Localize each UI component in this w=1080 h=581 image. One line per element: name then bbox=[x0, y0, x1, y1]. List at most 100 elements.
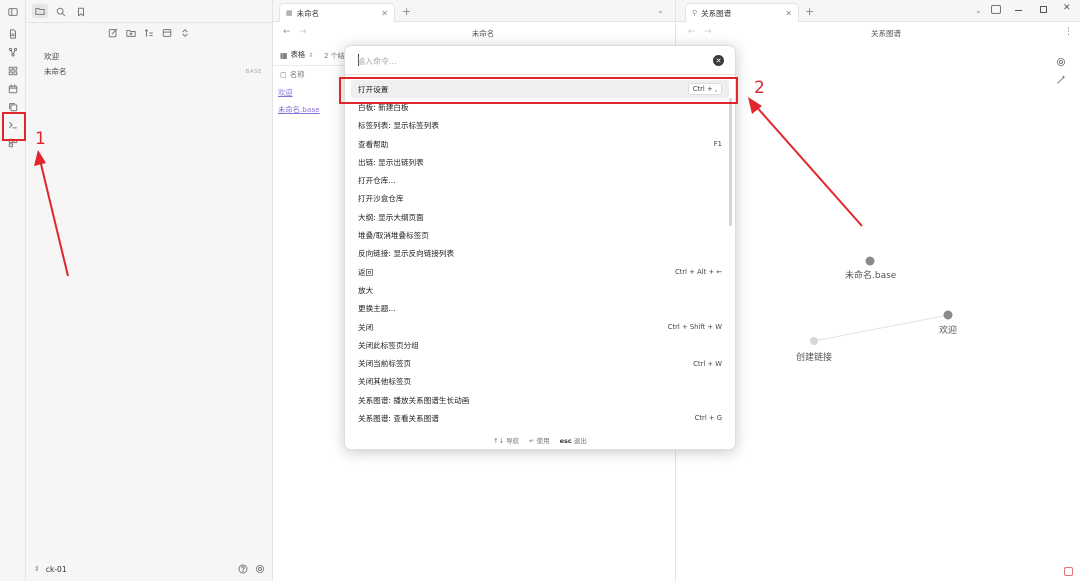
scrollbar[interactable] bbox=[729, 98, 732, 226]
command-item[interactable]: 关闭当前标签页 Ctrl + W bbox=[351, 354, 729, 372]
collapse-icon[interactable] bbox=[161, 27, 173, 39]
command-hotkey: Ctrl + Alt + ← bbox=[674, 268, 722, 277]
chevron-updown-icon: ⇕ bbox=[34, 565, 40, 573]
command-hotkey: Ctrl + W bbox=[693, 359, 722, 368]
command-label: 返回 bbox=[358, 267, 374, 277]
maximize-icon[interactable] bbox=[1040, 6, 1047, 13]
command-search-input[interactable] bbox=[357, 54, 697, 68]
column-header-name[interactable]: ▢ 名称 bbox=[280, 70, 305, 80]
new-folder-icon[interactable] bbox=[125, 27, 137, 39]
page-title: 未命名 bbox=[471, 29, 495, 38]
graph-canvas[interactable] bbox=[676, 40, 1080, 570]
command-item[interactable]: 关闭此标签页分组 bbox=[351, 336, 729, 354]
command-item[interactable]: 关闭 Ctrl + Shift + W bbox=[351, 318, 729, 336]
command-label: 大纲: 显示大纲页面 bbox=[358, 212, 424, 222]
annotation-box-settings bbox=[339, 77, 738, 104]
file-explorer: 欢迎 未命名 BASE ⇕ ck-01 bbox=[26, 0, 272, 581]
command-label: 关闭此标签页分组 bbox=[358, 340, 419, 350]
more-options-icon[interactable]: ⋮ bbox=[1064, 27, 1073, 37]
graph-node-label: 欢迎 bbox=[939, 326, 958, 336]
command-label: 打开仓库... bbox=[358, 176, 396, 186]
table-icon: ▦ bbox=[280, 50, 288, 60]
new-tab-icon[interactable]: + bbox=[805, 5, 814, 18]
bookmark-icon[interactable] bbox=[74, 5, 87, 18]
sidebar-right-icon[interactable] bbox=[991, 5, 1001, 14]
tab-label: 未命名 bbox=[296, 8, 320, 18]
graph-node bbox=[865, 256, 875, 266]
graph-icon: ⚲ bbox=[692, 9, 698, 17]
edit-icon[interactable] bbox=[107, 27, 119, 39]
command-input-row: ✕ bbox=[345, 46, 735, 75]
command-footer: ↑↓ 导航 ↵ 使用 esc 退出 bbox=[345, 431, 735, 449]
sidebar-toggle-icon[interactable] bbox=[6, 5, 19, 18]
command-item[interactable]: 更换主题... bbox=[351, 300, 729, 318]
command-item[interactable]: 大纲: 显示大纲页面 bbox=[351, 208, 729, 226]
tab-label: 关系图谱 bbox=[701, 8, 732, 18]
command-label: 查看帮助 bbox=[358, 139, 389, 149]
command-label: 打开沙盒仓库 bbox=[358, 194, 404, 204]
command-label: 关闭 bbox=[358, 322, 374, 332]
tab-graph[interactable]: ⚲ 关系图谱 ✕ bbox=[685, 3, 799, 22]
graph-node bbox=[810, 337, 818, 345]
file-item-untitled[interactable]: 未命名 BASE bbox=[40, 64, 262, 79]
window-close-icon[interactable]: ✕ bbox=[1063, 3, 1071, 13]
command-label: 关系图谱: 查看关系图谱 bbox=[358, 413, 439, 423]
command-label: 堆叠/取消堆叠标签页 bbox=[358, 231, 429, 241]
command-item[interactable]: 堆叠/取消堆叠标签页 bbox=[351, 226, 729, 244]
column-header-label: 名称 bbox=[289, 70, 305, 79]
chevron-down-icon[interactable]: ⌄ bbox=[657, 6, 664, 15]
sync-status-icon[interactable] bbox=[1064, 567, 1073, 576]
command-item[interactable]: 反向链接: 显示反向链接列表 bbox=[351, 245, 729, 263]
command-item[interactable]: 关闭其他标签页 bbox=[351, 373, 729, 391]
folder-icon[interactable] bbox=[32, 4, 48, 18]
command-item[interactable]: 查看帮助 F1 bbox=[351, 135, 729, 153]
vault-name: ck-01 bbox=[45, 564, 67, 574]
footer-exit: esc 退出 bbox=[559, 437, 587, 445]
command-item[interactable]: 放大 bbox=[351, 281, 729, 299]
new-tab-icon[interactable]: + bbox=[402, 5, 411, 18]
expand-icon[interactable] bbox=[179, 27, 191, 39]
chevron-down-icon[interactable]: ⌄ bbox=[975, 6, 982, 15]
command-item[interactable]: 关系图谱: 查看关系图谱 Ctrl + G bbox=[351, 409, 729, 427]
table-row-link[interactable]: 未命名.base bbox=[278, 105, 320, 115]
page-title: 关系图谱 bbox=[871, 29, 901, 38]
vault-switcher[interactable]: ⇕ ck-01 bbox=[34, 563, 67, 575]
command-list: 打开设置 Ctrl + , 白板: 新建白板 标签列表: 显示标签列表 查看帮助 F1 出链… bbox=[351, 80, 729, 428]
command-label: 放大 bbox=[358, 285, 374, 295]
annotation-number-2: 2 bbox=[754, 78, 765, 98]
file-type-badge: BASE bbox=[245, 68, 262, 75]
file-item-label: 欢迎 bbox=[44, 52, 59, 61]
graph-icon[interactable] bbox=[6, 45, 19, 58]
command-item[interactable]: 出链: 显示出链列表 bbox=[351, 153, 729, 171]
command-label: 关闭其他标签页 bbox=[358, 377, 412, 387]
gear-icon[interactable] bbox=[254, 563, 265, 574]
help-icon[interactable] bbox=[237, 563, 248, 574]
file-icon[interactable] bbox=[6, 27, 19, 40]
graph-node-label: 创建链接 bbox=[796, 353, 833, 363]
command-item[interactable]: 打开仓库... bbox=[351, 171, 729, 189]
clear-icon[interactable]: ✕ bbox=[713, 55, 724, 66]
view-switcher[interactable]: ▦ 表格 ⇕ bbox=[280, 50, 313, 60]
grid-icon[interactable] bbox=[6, 64, 19, 77]
command-item[interactable]: 返回 Ctrl + Alt + ← bbox=[351, 263, 729, 281]
table-icon: ▦ bbox=[286, 9, 293, 17]
minimize-icon[interactable] bbox=[1015, 10, 1022, 11]
sort-icon[interactable] bbox=[143, 27, 155, 39]
command-item[interactable]: 标签列表: 显示标签列表 bbox=[351, 117, 729, 135]
command-label: 关闭当前标签页 bbox=[358, 359, 412, 369]
command-item[interactable]: 关系图谱: 播放关系图谱生长动画 bbox=[351, 391, 729, 409]
result-count: 2 个结 bbox=[324, 52, 345, 60]
file-icon: ▢ bbox=[280, 70, 287, 79]
tab-untitled[interactable]: ▦ 未命名 ✕ bbox=[279, 3, 395, 22]
command-hotkey: F1 bbox=[713, 140, 722, 149]
search-icon[interactable] bbox=[54, 5, 67, 18]
table-row-link[interactable]: 欢迎 bbox=[278, 88, 293, 98]
close-icon[interactable]: ✕ bbox=[785, 9, 792, 18]
annotation-box-terminal bbox=[2, 112, 26, 141]
chevron-updown-icon: ⇕ bbox=[308, 51, 314, 59]
file-item-welcome[interactable]: 欢迎 bbox=[40, 49, 262, 64]
command-item[interactable]: 打开沙盒仓库 bbox=[351, 190, 729, 208]
annotation-number-1: 1 bbox=[35, 129, 46, 149]
close-icon[interactable]: ✕ bbox=[381, 9, 388, 18]
calendar-icon[interactable] bbox=[6, 82, 19, 95]
